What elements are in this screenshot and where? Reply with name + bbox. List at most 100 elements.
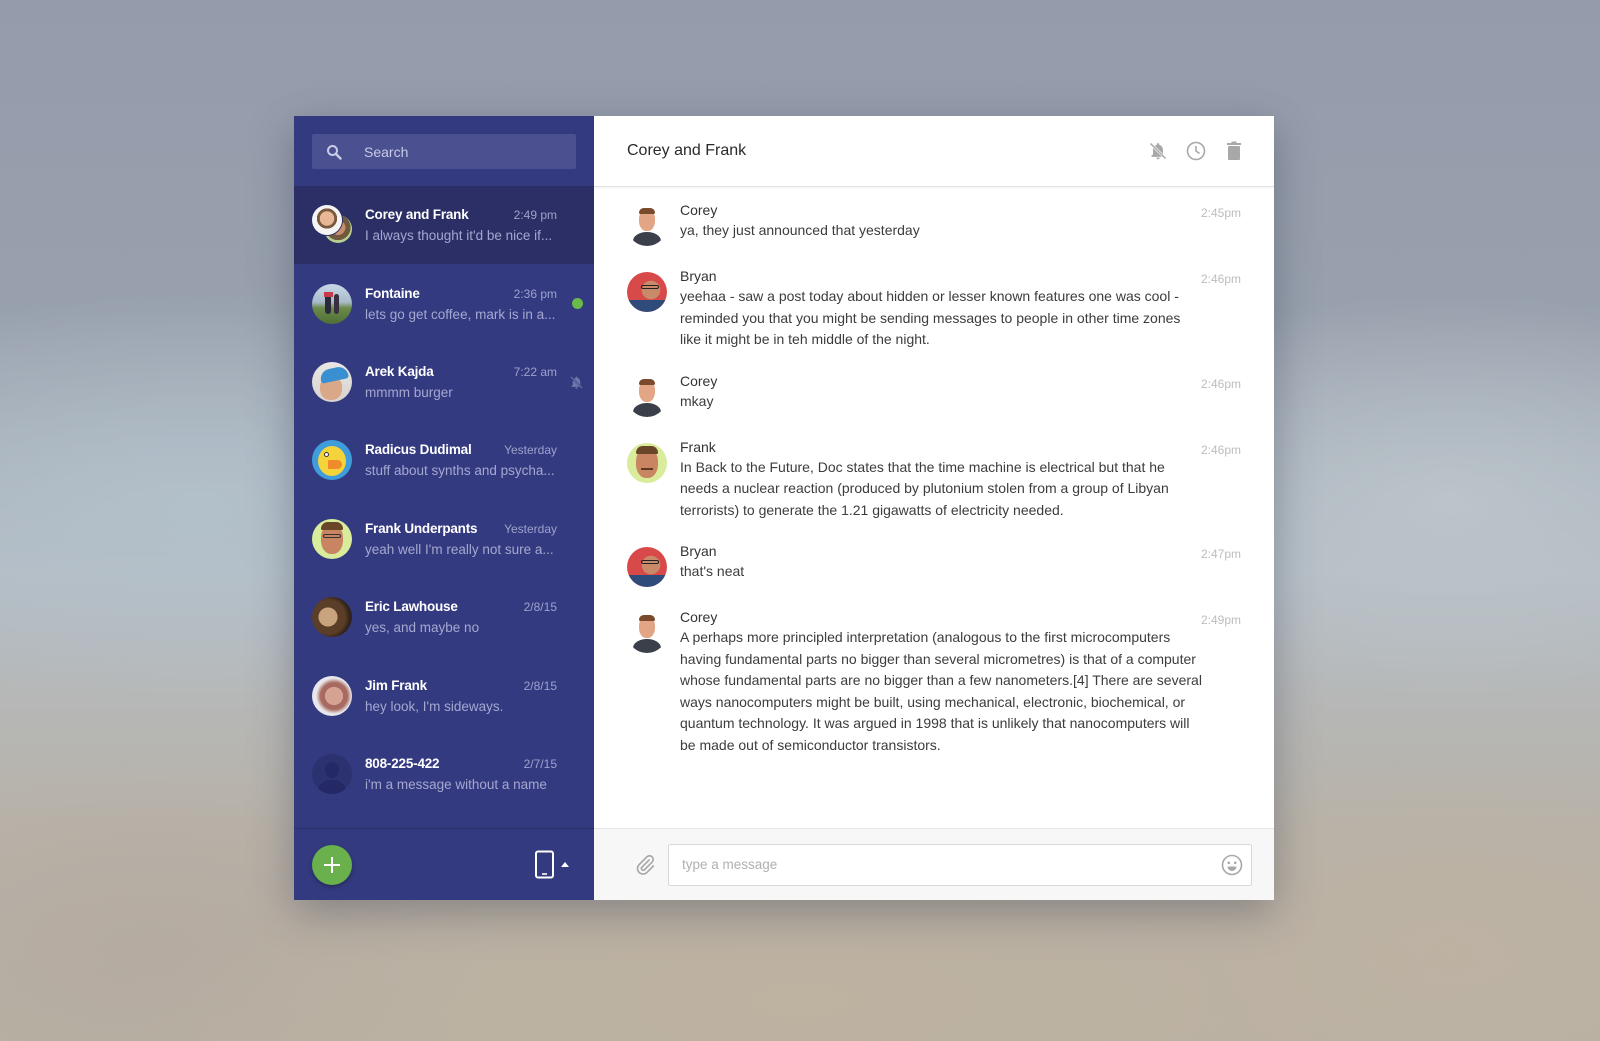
message-time: 2:46pm <box>1200 442 1241 457</box>
conversation-name: Eric Lawhouse <box>365 599 458 615</box>
message-time: 2:46pm <box>1200 272 1241 286</box>
device-selector-button[interactable] <box>534 850 570 880</box>
conversation-preview: yes, and maybe no <box>365 620 480 636</box>
message-text: mkay <box>680 392 714 409</box>
avatar <box>627 547 667 587</box>
conversation-time: Yesterday <box>504 443 557 458</box>
search-icon <box>326 143 344 161</box>
avatar <box>627 272 667 312</box>
message: Corey A perhaps more principled interpre… <box>627 609 1241 756</box>
caret-up-icon <box>561 861 569 867</box>
avatar <box>312 283 352 324</box>
avatar <box>312 675 352 716</box>
message-input-box[interactable] <box>668 843 1252 886</box>
conversation-preview: lets go get coffee, mark is in a... <box>365 306 556 322</box>
sidebar-footer <box>294 828 594 900</box>
plus-icon <box>324 856 340 873</box>
conversation-preview: mmmm burger <box>365 384 453 400</box>
message-input[interactable] <box>682 857 1221 872</box>
message: Bryan yeehaa - saw a post today about hi… <box>627 268 1241 351</box>
message-text: that's neat <box>680 563 745 579</box>
conversation-item[interactable]: Jim Frank 2/8/15 hey look, I'm sideways. <box>294 656 594 734</box>
message-text: A perhaps more principled interpretation… <box>680 629 1202 753</box>
conversation-item[interactable]: Frank Underpants Yesterday yeah well I'm… <box>294 500 594 578</box>
conversation-name: Frank Underpants <box>365 520 478 536</box>
conversation-name: Fontaine <box>365 285 420 301</box>
conversation-name: Arek Kajda <box>365 363 434 379</box>
schedule-button[interactable] <box>1186 141 1206 161</box>
message-time: 2:49pm <box>1200 613 1241 627</box>
chat-title: Corey and Frank <box>627 142 747 159</box>
conversation-preview: yeah well I'm really not sure a... <box>365 541 554 557</box>
paperclip-icon <box>636 854 655 875</box>
conversation-item[interactable]: Fontaine 2:36 pm lets go get coffee, mar… <box>294 264 594 342</box>
new-conversation-button[interactable] <box>312 844 352 885</box>
mute-button[interactable] <box>1148 141 1168 161</box>
avatar <box>312 361 352 402</box>
conversation-time: Yesterday <box>504 521 557 536</box>
chat-panel: Corey and Frank Corey ya, they just anno… <box>594 116 1274 900</box>
avatar <box>312 440 352 481</box>
avatar <box>627 206 667 246</box>
phone-icon <box>535 850 554 878</box>
muted-bell-icon <box>569 375 584 390</box>
conversation-name: 808-225-422 <box>365 755 440 771</box>
conversation-preview: I always thought it'd be nice if... <box>365 228 553 244</box>
message-author: Frank <box>680 438 716 455</box>
avatar <box>627 613 667 653</box>
header-actions <box>1148 141 1244 161</box>
message-time: 2:45pm <box>1200 206 1241 220</box>
message-text: In Back to the Future, Doc states that t… <box>680 458 1169 518</box>
conversation-time: 2/7/15 <box>523 756 557 771</box>
emoji-button[interactable] <box>1221 854 1243 876</box>
conversation-name: Corey and Frank <box>365 207 469 223</box>
default-avatar-icon <box>312 753 352 794</box>
online-status-dot <box>572 298 583 310</box>
conversation-time: 2:49 pm <box>513 208 557 223</box>
search-area <box>294 116 594 186</box>
avatar <box>627 442 667 483</box>
smiley-icon <box>1221 854 1243 875</box>
attach-button[interactable] <box>634 854 656 876</box>
conversation-time: 2:36 pm <box>513 286 557 301</box>
conversation-item[interactable]: 808-225-422 2/7/15 i'm a message without… <box>294 735 594 813</box>
conversation-item[interactable]: Arek Kajda 7:22 am mmmm burger <box>294 343 594 421</box>
message-author: Corey <box>680 202 718 218</box>
search-input[interactable] <box>364 143 564 160</box>
message: Frank In Back to the Future, Doc states … <box>627 439 1241 522</box>
conversation-name: Jim Frank <box>365 677 427 693</box>
conversation-time: 2/8/15 <box>523 678 557 693</box>
message-text: ya, they just announced that yesterday <box>680 222 920 238</box>
message-time: 2:47pm <box>1200 547 1241 561</box>
conversation-preview: stuff about synths and psycha... <box>365 463 555 479</box>
search-box[interactable] <box>312 134 576 169</box>
conversation-time: 7:22 am <box>513 364 557 379</box>
mute-icon <box>1149 142 1167 160</box>
message-author: Corey <box>680 609 718 625</box>
group-avatar <box>312 205 352 245</box>
clock-icon <box>1186 141 1206 161</box>
message: Corey mkay 2:46pm <box>627 373 1241 417</box>
conversation-time: 2/8/15 <box>523 600 557 615</box>
conversation-preview: i'm a message without a name <box>365 776 547 792</box>
conversation-preview: hey look, I'm sideways. <box>365 698 504 714</box>
conversation-name: Radicus Dudimal <box>365 442 472 458</box>
conversation-item[interactable]: Eric Lawhouse 2/8/15 yes, and maybe no <box>294 578 594 656</box>
avatar <box>312 597 352 638</box>
conversation-list: Corey and Frank 2:49 pm I always thought… <box>294 186 594 828</box>
trash-icon <box>1227 141 1241 160</box>
message: Bryan that's neat 2:47pm <box>627 543 1241 587</box>
conversation-item[interactable]: Corey and Frank 2:49 pm I always thought… <box>294 186 594 265</box>
chat-header: Corey and Frank <box>594 116 1274 187</box>
messenger-window: Corey and Frank 2:49 pm I always thought… <box>294 116 1274 900</box>
conversation-item[interactable]: Radicus Dudimal Yesterday stuff about sy… <box>294 421 594 499</box>
message-composer <box>594 828 1274 900</box>
sidebar: Corey and Frank 2:49 pm I always thought… <box>294 116 594 900</box>
avatar <box>312 518 352 559</box>
avatar <box>627 376 667 417</box>
delete-button[interactable] <box>1224 141 1244 161</box>
message-author: Bryan <box>680 268 717 284</box>
message: Corey ya, they just announced that yeste… <box>627 202 1241 246</box>
message-author: Bryan <box>680 543 717 559</box>
message-time: 2:46pm <box>1200 376 1241 391</box>
